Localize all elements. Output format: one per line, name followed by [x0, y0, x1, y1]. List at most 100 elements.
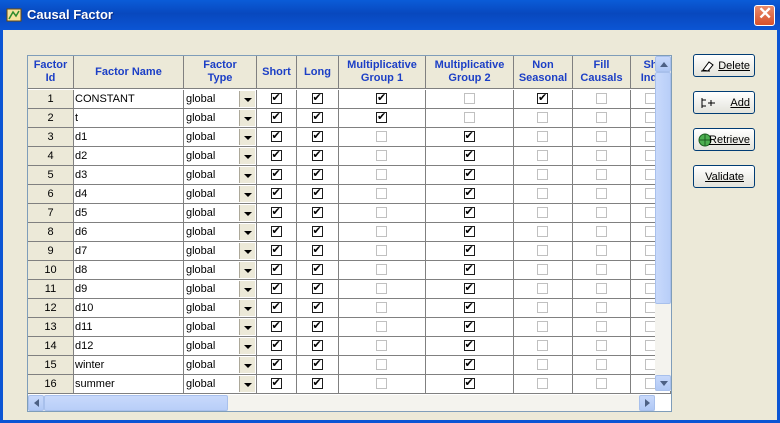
- checkbox[interactable]: [595, 207, 607, 218]
- factor-name-cell[interactable]: winter: [74, 356, 184, 375]
- checkbox[interactable]: ✔: [463, 169, 475, 180]
- checkbox[interactable]: ✔: [270, 150, 282, 161]
- checkbox[interactable]: ✔: [270, 131, 282, 142]
- checkbox[interactable]: ✔: [311, 131, 323, 142]
- checkbox[interactable]: [376, 378, 387, 389]
- scroll-up-button[interactable]: [655, 56, 671, 72]
- factor-type-select[interactable]: global: [184, 204, 257, 223]
- checkbox[interactable]: [595, 321, 607, 332]
- checkbox[interactable]: ✔: [463, 359, 475, 370]
- checkbox[interactable]: [376, 264, 387, 275]
- checkbox[interactable]: [644, 378, 656, 389]
- factor-name-cell[interactable]: summer: [74, 375, 184, 394]
- checkbox[interactable]: ✔: [463, 207, 475, 218]
- factor-name-cell[interactable]: d2: [74, 147, 184, 166]
- factor-name-cell[interactable]: CONSTANT: [74, 90, 184, 109]
- factor-name-cell[interactable]: d9: [74, 280, 184, 299]
- checkbox[interactable]: ✔: [311, 359, 323, 370]
- horizontal-scroll-thumb[interactable]: [44, 395, 228, 411]
- checkbox[interactable]: ✔: [270, 340, 282, 351]
- checkbox[interactable]: [463, 93, 475, 104]
- checkbox[interactable]: ✔: [270, 321, 282, 332]
- checkbox[interactable]: [644, 93, 656, 104]
- factor-type-select[interactable]: global: [184, 299, 257, 318]
- column-header[interactable]: Factor Name: [74, 56, 184, 89]
- factor-type-select[interactable]: global: [184, 147, 257, 166]
- checkbox[interactable]: [537, 340, 548, 351]
- factor-type-select[interactable]: global: [184, 109, 257, 128]
- checkbox[interactable]: ✔: [270, 226, 282, 237]
- checkbox[interactable]: ✔: [270, 378, 282, 389]
- checkbox[interactable]: ✔: [270, 169, 282, 180]
- checkbox[interactable]: [595, 378, 607, 389]
- chevron-down-icon[interactable]: [239, 319, 255, 335]
- horizontal-scrollbar[interactable]: [28, 395, 655, 411]
- factor-type-select[interactable]: global: [184, 375, 257, 394]
- checkbox[interactable]: ✔: [270, 207, 282, 218]
- checkbox[interactable]: [644, 245, 656, 256]
- checkbox[interactable]: [644, 302, 656, 313]
- checkbox[interactable]: ✔: [270, 93, 282, 104]
- checkbox[interactable]: [537, 169, 548, 180]
- checkbox[interactable]: ✔: [311, 378, 323, 389]
- checkbox[interactable]: [376, 283, 387, 294]
- vertical-scroll-thumb[interactable]: [655, 72, 671, 304]
- checkbox[interactable]: [537, 283, 548, 294]
- factor-name-cell[interactable]: t: [74, 109, 184, 128]
- factor-type-select[interactable]: global: [184, 356, 257, 375]
- checkbox[interactable]: ✔: [270, 188, 282, 199]
- checkbox[interactable]: ✔: [311, 226, 323, 237]
- checkbox[interactable]: [376, 302, 387, 313]
- checkbox[interactable]: ✔: [311, 207, 323, 218]
- checkbox[interactable]: [376, 131, 387, 142]
- chevron-down-icon[interactable]: [239, 224, 255, 240]
- checkbox[interactable]: [537, 207, 548, 218]
- factor-type-select[interactable]: global: [184, 261, 257, 280]
- checkbox[interactable]: [376, 207, 387, 218]
- checkbox[interactable]: ✔: [463, 264, 475, 275]
- checkbox[interactable]: [376, 245, 387, 256]
- checkbox[interactable]: [595, 93, 607, 104]
- checkbox[interactable]: ✔: [311, 112, 323, 123]
- checkbox[interactable]: [537, 378, 548, 389]
- validate-button[interactable]: Validate: [693, 165, 755, 188]
- checkbox[interactable]: ✔: [311, 340, 323, 351]
- factor-type-select[interactable]: global: [184, 280, 257, 299]
- chevron-down-icon[interactable]: [239, 300, 255, 316]
- checkbox[interactable]: ✔: [376, 112, 387, 123]
- factor-type-select[interactable]: global: [184, 223, 257, 242]
- chevron-down-icon[interactable]: [239, 338, 255, 354]
- column-header[interactable]: Multiplicative Group 2: [426, 56, 514, 89]
- chevron-down-icon[interactable]: [239, 148, 255, 164]
- checkbox[interactable]: [595, 188, 607, 199]
- checkbox[interactable]: [595, 169, 607, 180]
- checkbox[interactable]: ✔: [463, 150, 475, 161]
- checkbox[interactable]: [537, 302, 548, 313]
- chevron-down-icon[interactable]: [239, 167, 255, 183]
- checkbox[interactable]: [537, 321, 548, 332]
- chevron-down-icon[interactable]: [239, 357, 255, 373]
- factor-name-cell[interactable]: d3: [74, 166, 184, 185]
- checkbox[interactable]: ✔: [463, 302, 475, 313]
- checkbox[interactable]: ✔: [270, 264, 282, 275]
- checkbox[interactable]: [537, 188, 548, 199]
- checkbox[interactable]: ✔: [270, 302, 282, 313]
- chevron-down-icon[interactable]: [239, 91, 255, 107]
- checkbox[interactable]: ✔: [270, 112, 282, 123]
- checkbox[interactable]: [376, 188, 387, 199]
- factor-type-select[interactable]: global: [184, 90, 257, 109]
- scroll-left-button[interactable]: [28, 395, 44, 411]
- checkbox[interactable]: [644, 188, 656, 199]
- checkbox[interactable]: [537, 112, 548, 123]
- checkbox[interactable]: [644, 359, 656, 370]
- checkbox[interactable]: ✔: [463, 188, 475, 199]
- checkbox[interactable]: [376, 321, 387, 332]
- chevron-down-icon[interactable]: [239, 186, 255, 202]
- checkbox[interactable]: [644, 321, 656, 332]
- column-header[interactable]: Short: [257, 56, 297, 89]
- checkbox[interactable]: [537, 150, 548, 161]
- factor-type-select[interactable]: global: [184, 166, 257, 185]
- checkbox[interactable]: ✔: [311, 93, 323, 104]
- title-bar[interactable]: Causal Factor ✕: [0, 0, 780, 30]
- checkbox[interactable]: ✔: [270, 245, 282, 256]
